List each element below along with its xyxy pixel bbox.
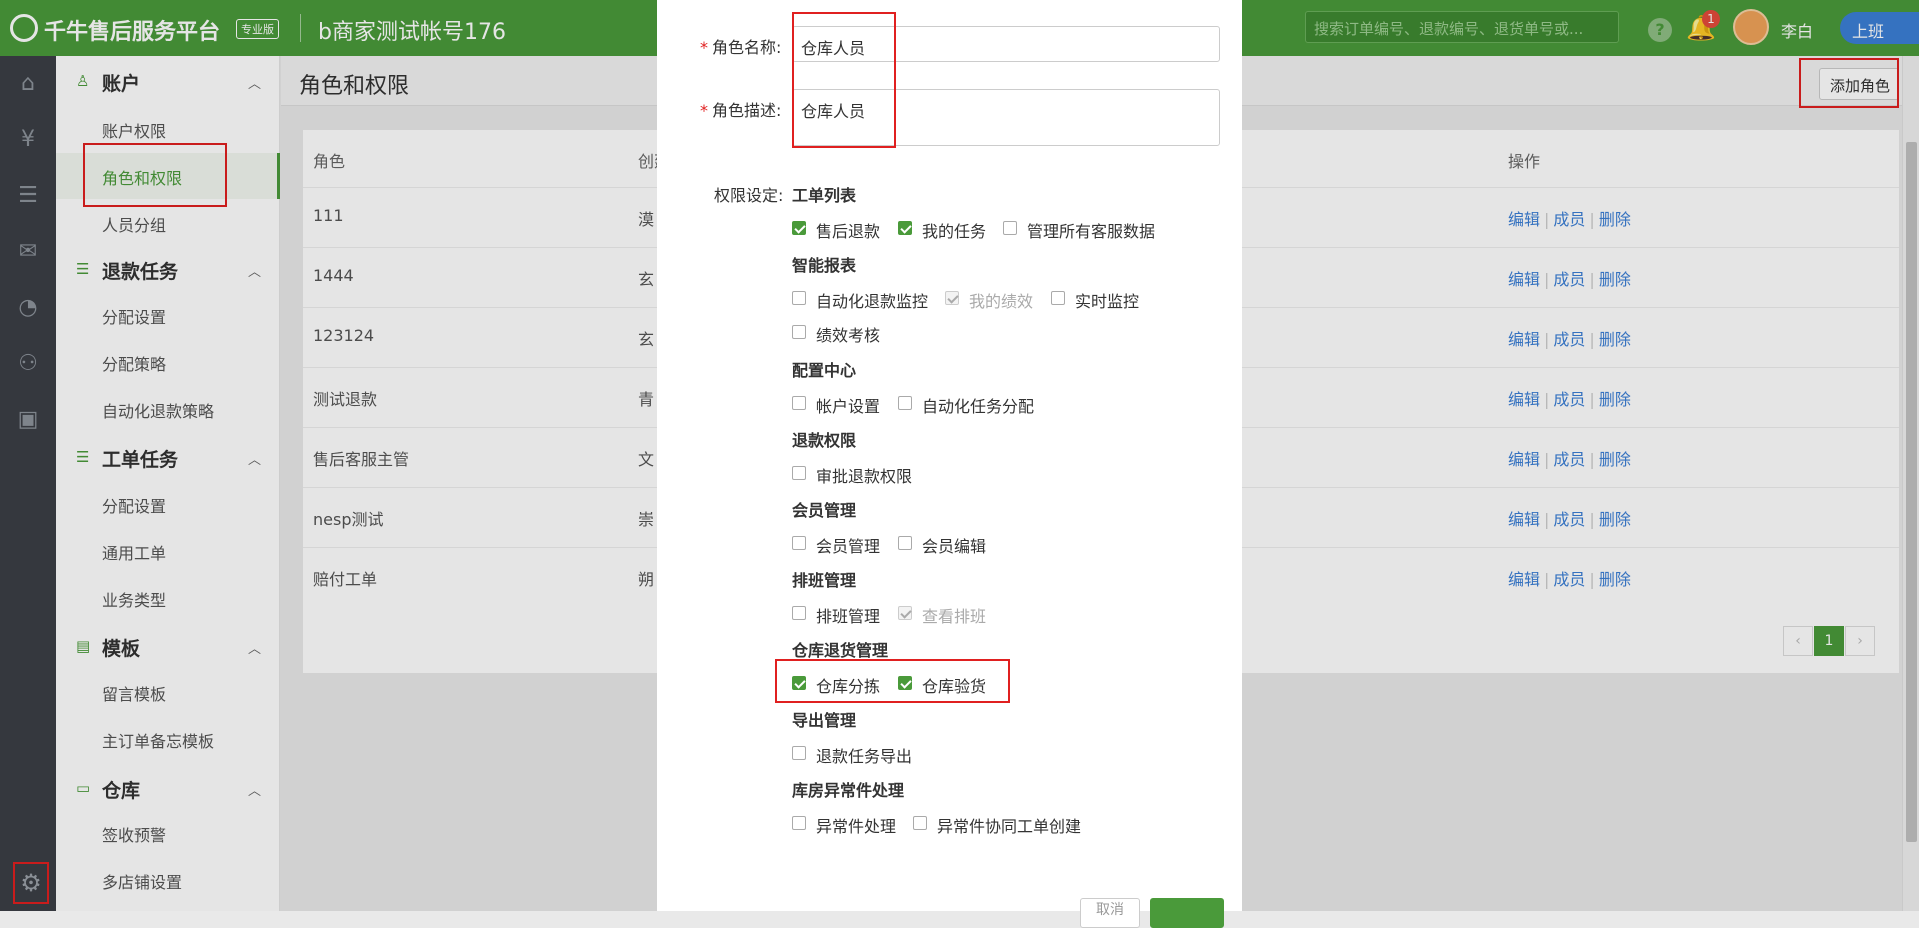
checkbox-box[interactable] xyxy=(792,466,806,480)
checkbox-box[interactable] xyxy=(792,746,806,760)
checkbox-box[interactable] xyxy=(792,221,806,235)
role-name-label: * 角色名称: xyxy=(700,38,782,57)
confirm-button[interactable] xyxy=(1150,898,1224,928)
checkbox-label: 我的任务 xyxy=(922,222,987,241)
checkbox-label: 会员编辑 xyxy=(922,537,987,556)
highlight-box xyxy=(792,12,896,148)
checkbox-label: 我的绩效 xyxy=(969,292,1034,311)
checkbox-box[interactable] xyxy=(792,325,806,339)
perm-group-title: 配置中心 xyxy=(792,361,857,380)
checkbox-label: 实时监控 xyxy=(1075,292,1140,311)
perm-label: 权限设定: xyxy=(714,186,784,205)
checkbox-label: 售后退款 xyxy=(816,222,881,241)
checkbox-label: 帐户设置 xyxy=(816,397,881,416)
edit-role-modal: * 角色名称: 仓库人员 * 角色描述: 仓库人员 权限设定: 工单列表 售后退款 我的… xyxy=(657,0,1242,911)
checkbox-label: 查看排班 xyxy=(922,607,987,626)
checkbox-label: 异常件处理 xyxy=(816,817,897,836)
checkbox-label: 审批退款权限 xyxy=(816,467,913,486)
perm-group-title: 导出管理 xyxy=(792,711,857,730)
checkbox-box[interactable] xyxy=(898,536,912,550)
perm-group-title: 库房异常件处理 xyxy=(792,781,905,800)
checkbox-label: 绩效考核 xyxy=(816,326,881,345)
checkbox-box xyxy=(945,291,959,305)
perm-group-title: 会员管理 xyxy=(792,501,857,520)
role-desc-label: * 角色描述: xyxy=(700,101,782,120)
perm-group-title: 退款权限 xyxy=(792,431,857,450)
checkbox-box xyxy=(898,606,912,620)
checkbox-box[interactable] xyxy=(1003,221,1017,235)
checkbox-box[interactable] xyxy=(913,816,927,830)
highlight-box xyxy=(775,659,1010,703)
checkbox-box[interactable] xyxy=(792,606,806,620)
checkbox-box[interactable] xyxy=(792,816,806,830)
checkbox-box[interactable] xyxy=(898,221,912,235)
perm-group-title: 仓库退货管理 xyxy=(792,641,889,660)
perm-group-title: 排班管理 xyxy=(792,571,857,590)
checkbox-box[interactable] xyxy=(792,291,806,305)
checkbox-label: 退款任务导出 xyxy=(816,747,913,766)
checkbox-label: 异常件协同工单创建 xyxy=(937,817,1082,836)
perm-group-title: 智能报表 xyxy=(792,256,857,275)
checkbox-box[interactable] xyxy=(792,536,806,550)
cancel-button[interactable]: 取消 xyxy=(1080,898,1140,928)
checkbox-label: 自动化退款监控 xyxy=(816,292,929,311)
checkbox-box[interactable] xyxy=(898,396,912,410)
checkbox-label: 会员管理 xyxy=(816,537,881,556)
checkbox-label: 管理所有客服数据 xyxy=(1027,222,1156,241)
checkbox-box[interactable] xyxy=(1051,291,1065,305)
checkbox-label: 排班管理 xyxy=(816,607,881,626)
perm-group-title: 工单列表 xyxy=(792,186,857,205)
checkbox-box[interactable] xyxy=(792,396,806,410)
checkbox-label: 自动化任务分配 xyxy=(922,397,1035,416)
